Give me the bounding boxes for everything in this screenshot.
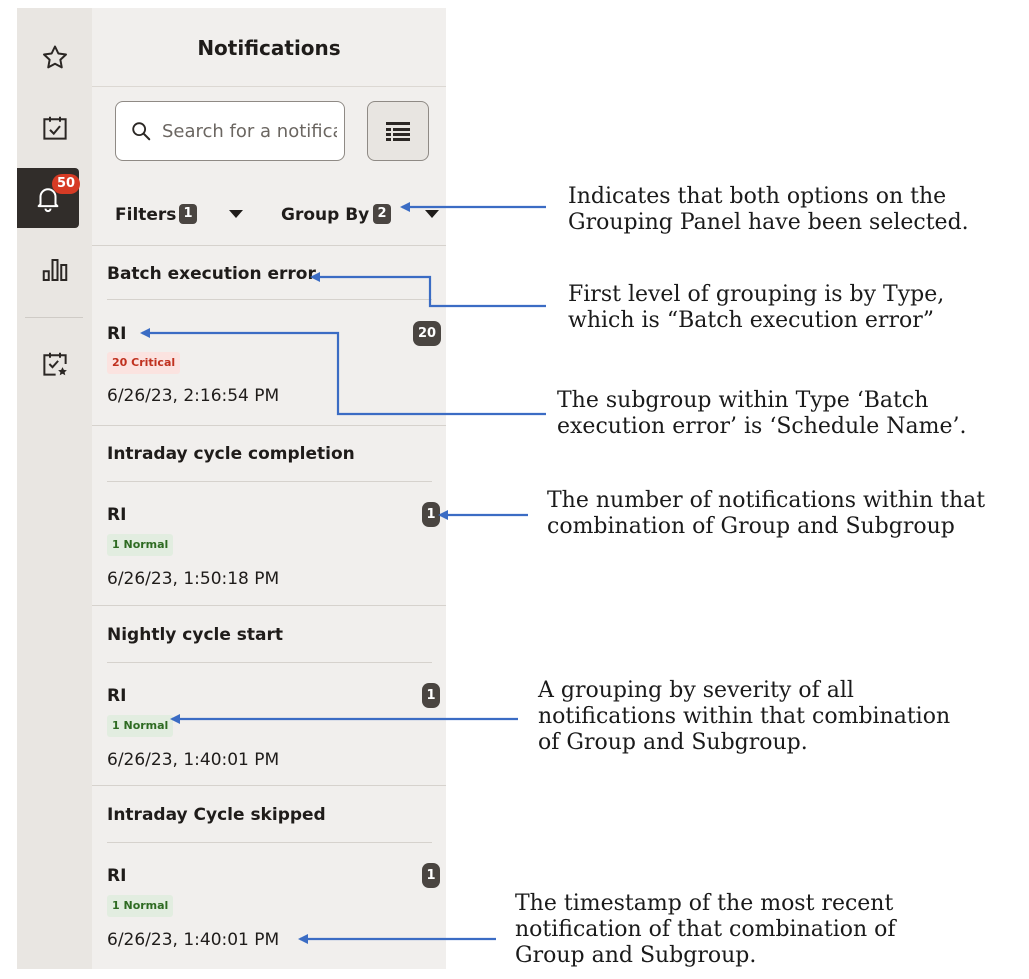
subgroup-name: RI	[107, 505, 127, 525]
annotation-line: combination of Group and Subgroup	[547, 514, 955, 539]
view-mode-button[interactable]	[367, 101, 429, 161]
filters-count-badge: 1	[179, 204, 197, 224]
annotation-line: notification of that combination of	[515, 917, 896, 942]
annotation-line: Indicates that both options on the	[568, 184, 947, 209]
annotation-line: which is “Batch execution error”	[568, 308, 934, 333]
scheduled-tasks-button[interactable]	[17, 334, 92, 394]
annotation-type: First level of grouping is by Type, whic…	[568, 282, 944, 334]
group-divider	[107, 481, 432, 482]
subgroup-name: RI	[107, 866, 127, 886]
annotation-line: execution error’ is ‘Schedule Name’.	[557, 414, 967, 439]
tasks-button[interactable]	[17, 98, 92, 158]
group-by-count-badge: 2	[373, 204, 391, 224]
calendar-star-icon	[42, 352, 67, 376]
panel-title: Notifications	[197, 36, 341, 60]
annotation-line: A grouping by severity of all	[538, 678, 854, 703]
group-separator	[92, 425, 446, 426]
item-count-badge: 1	[422, 502, 440, 527]
group-divider	[107, 299, 432, 300]
annotation-line: First level of grouping is by Type,	[568, 282, 945, 307]
annotation-line: The timestamp of the most recent	[515, 891, 894, 916]
annotation-timestamp: The timestamp of the most recent notific…	[515, 891, 896, 969]
group-title: Intraday cycle completion	[107, 444, 355, 464]
favorites-button[interactable]	[17, 28, 92, 88]
group-separator	[92, 605, 446, 606]
item-count-badge: 1	[422, 683, 440, 708]
group-divider	[107, 842, 432, 843]
filters-label: Filters	[115, 205, 177, 225]
calendar-check-icon	[42, 116, 67, 140]
annotation-line: notifications within that combination	[538, 704, 951, 729]
annotation-count: The number of notifications within that …	[547, 488, 985, 540]
annotation-group-by: Indicates that both options on the Group…	[568, 184, 969, 236]
annotation-line: Group and Subgroup.	[515, 943, 757, 968]
rail-divider	[25, 317, 83, 318]
item-count-badge: 20	[413, 321, 441, 346]
severity-badge: 1 Normal	[107, 534, 174, 556]
group-by-label: Group By	[281, 205, 370, 225]
timestamp: 6/26/23, 1:40:01 PM	[107, 930, 280, 950]
timestamp: 6/26/23, 2:16:54 PM	[107, 386, 280, 406]
annotation-severity: A grouping by severity of all notificati…	[538, 678, 950, 756]
group-separator	[92, 785, 446, 786]
search-icon	[132, 122, 151, 141]
toolbar-divider	[92, 245, 446, 246]
severity-badge: 1 Normal	[107, 895, 174, 917]
chevron-down-icon	[425, 210, 439, 218]
chevron-down-icon	[229, 210, 243, 218]
search-placeholder: Search for a notification	[162, 120, 337, 142]
star-icon	[42, 45, 67, 69]
analytics-button[interactable]	[17, 240, 92, 300]
notifications-panel: Notifications Search for a notification …	[92, 8, 446, 969]
notifications-button[interactable]: 50	[17, 168, 80, 228]
annotation-subgroup: The subgroup within Type ‘Batch executio…	[557, 388, 966, 440]
bar-chart-icon	[42, 259, 67, 281]
severity-badge: 1 Normal	[107, 715, 174, 737]
group-title: Nightly cycle start	[107, 625, 284, 645]
navigation-rail: 50	[17, 8, 92, 969]
search-input[interactable]: Search for a notification	[115, 101, 345, 161]
timestamp: 6/26/23, 1:40:01 PM	[107, 750, 280, 770]
group-title: Intraday Cycle skipped	[107, 805, 326, 825]
notification-count-badge: 50	[52, 174, 80, 194]
annotation-line: The number of notifications within that	[547, 488, 986, 513]
severity-badge: 20 Critical	[107, 352, 181, 374]
subgroup-name: RI	[107, 686, 127, 706]
list-view-icon	[386, 122, 410, 141]
group-title: Batch execution error	[107, 264, 316, 284]
annotation-line: Grouping Panel have been selected.	[568, 210, 969, 235]
group-divider	[107, 662, 432, 663]
annotation-line: of Group and Subgroup.	[538, 730, 808, 755]
annotation-line: The subgroup within Type ‘Batch	[557, 388, 929, 413]
item-count-badge: 1	[422, 863, 440, 888]
subgroup-name: RI	[107, 324, 127, 344]
timestamp: 6/26/23, 1:50:18 PM	[107, 569, 280, 589]
header-divider	[92, 86, 446, 87]
